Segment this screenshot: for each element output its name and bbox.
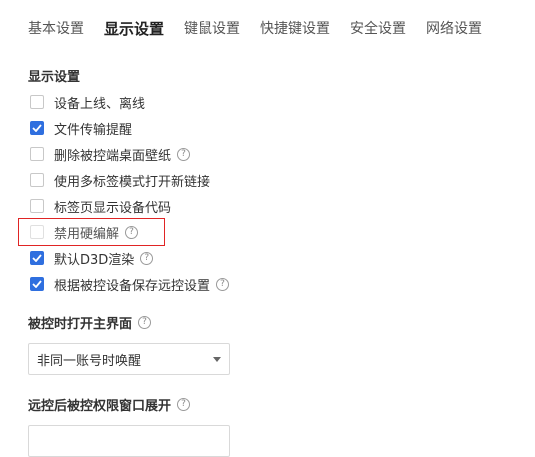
option-label: 删除被控端桌面壁纸 — [54, 148, 172, 164]
checkbox[interactable] — [30, 251, 44, 265]
checkbox[interactable] — [30, 121, 44, 135]
check-icon — [32, 280, 42, 288]
option-label: 设备上线、离线 — [54, 96, 146, 112]
checkbox[interactable] — [30, 95, 44, 109]
option-multi-tab-mode[interactable]: 使用多标签模式打开新链接 — [30, 170, 210, 190]
check-icon — [32, 124, 42, 132]
help-icon[interactable]: ? — [177, 398, 191, 411]
option-device-online-offline[interactable]: 设备上线、离线 — [30, 92, 145, 112]
checkbox[interactable] — [30, 277, 44, 291]
checkbox[interactable] — [30, 173, 44, 187]
option-delete-wallpaper[interactable]: 删除被控端桌面壁纸 ? — [30, 144, 191, 164]
option-label: 文件传输提醒 — [54, 122, 133, 138]
tab-keyboard-mouse-settings[interactable]: 键鼠设置 — [184, 18, 240, 40]
tab-security-settings[interactable]: 安全设置 — [350, 18, 406, 40]
option-label: 根据被控设备保存远控设置 — [54, 278, 211, 294]
expand-window-select[interactable] — [28, 425, 230, 457]
expand-window-title: 远控后被控权限窗口展开 ? — [28, 395, 191, 414]
help-icon[interactable]: ? — [138, 316, 152, 329]
checkbox[interactable] — [30, 199, 44, 213]
help-icon[interactable]: ? — [140, 251, 154, 265]
help-icon[interactable]: ? — [125, 225, 139, 239]
tab-basic-settings[interactable]: 基本设置 — [28, 18, 84, 40]
option-label: 使用多标签模式打开新链接 — [54, 174, 211, 190]
option-save-remote-settings[interactable]: 根据被控设备保存远控设置 ? — [30, 274, 230, 294]
option-file-transfer-reminder[interactable]: 文件传输提醒 — [30, 118, 132, 138]
display-section-title: 显示设置 — [28, 70, 81, 85]
checkbox[interactable] — [30, 225, 44, 239]
settings-tabs: 基本设置 显示设置 键鼠设置 快捷键设置 安全设置 网络设置 — [28, 18, 502, 40]
open-main-ui-title: 被控时打开主界面 ? — [28, 313, 152, 332]
check-icon — [32, 254, 42, 262]
chevron-down-icon — [213, 356, 221, 362]
option-label: 禁用硬编解 — [54, 226, 120, 242]
option-label: 标签页显示设备代码 — [54, 200, 172, 216]
option-default-d3d-render[interactable]: 默认D3D渲染 ? — [30, 248, 154, 268]
tab-shortcut-settings[interactable]: 快捷键设置 — [260, 18, 330, 40]
checkbox[interactable] — [30, 147, 44, 161]
option-tab-show-device-code[interactable]: 标签页显示设备代码 — [30, 196, 171, 216]
select-value: 非同一账号时唤醒 — [37, 353, 142, 369]
open-main-ui-select[interactable]: 非同一账号时唤醒 — [28, 343, 230, 375]
help-icon[interactable]: ? — [216, 277, 230, 291]
tab-network-settings[interactable]: 网络设置 — [426, 18, 482, 40]
option-label: 默认D3D渲染 — [54, 252, 135, 268]
tab-display-settings[interactable]: 显示设置 — [104, 18, 164, 40]
help-icon[interactable]: ? — [177, 147, 191, 161]
option-disable-hardware-decode[interactable]: 禁用硬编解 ? — [30, 222, 139, 242]
